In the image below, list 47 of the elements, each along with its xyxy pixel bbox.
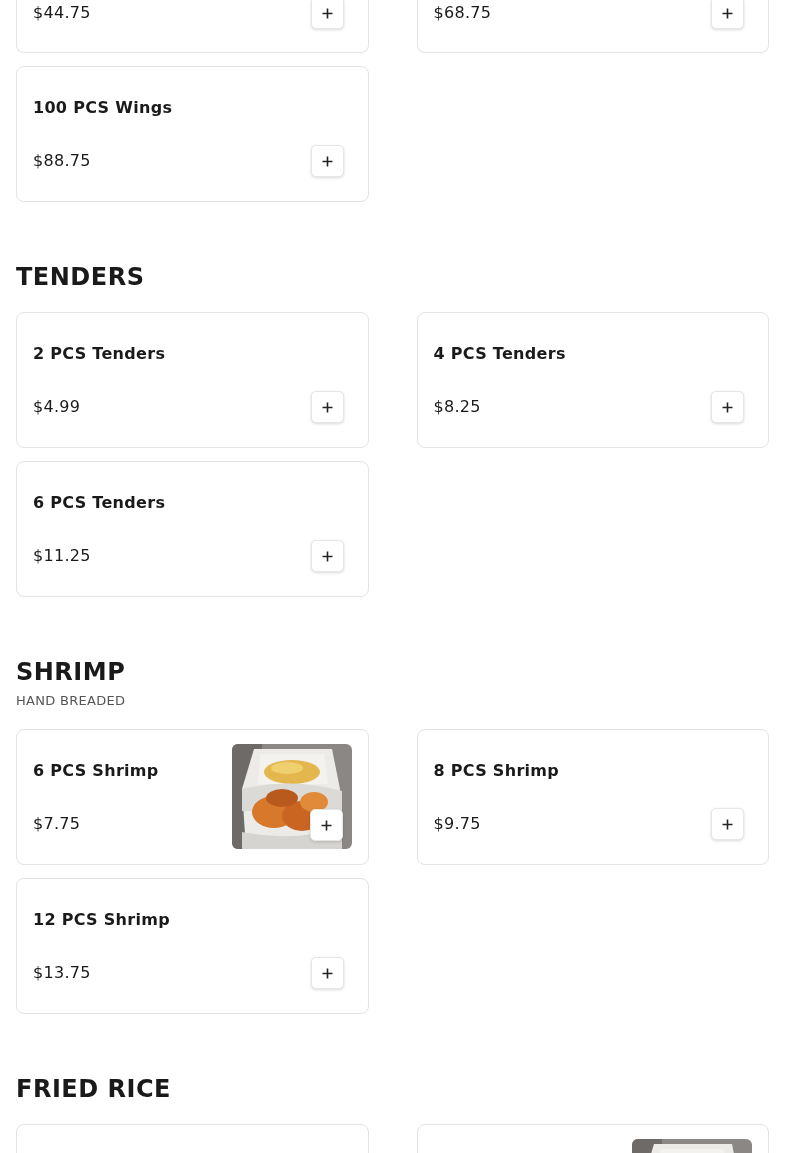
add-button[interactable] <box>310 957 344 989</box>
plus-icon <box>722 7 733 19</box>
plus-icon <box>321 967 333 979</box>
plus-icon <box>320 819 332 831</box>
item-price: $8.25 <box>433 397 481 417</box>
section-heading: TENDERS <box>16 262 146 292</box>
add-button[interactable] <box>310 0 344 29</box>
menu-item-card[interactable]: 12 PCS Shrimp $13.75 <box>16 878 369 1014</box>
item-name: 6 PCS Tenders <box>33 493 167 513</box>
menu-item-card[interactable]: $44.75 <box>16 0 369 53</box>
item-name: 12 PCS Shrimp <box>33 910 171 930</box>
item-name: 8 PCS Shrimp <box>433 761 561 781</box>
section-subtitle: HAND BREADED <box>16 693 127 709</box>
plus-icon <box>722 818 733 830</box>
menu-item-card[interactable]: $68.75 <box>416 0 769 53</box>
add-button[interactable] <box>309 809 343 841</box>
item-price: $88.75 <box>33 151 91 171</box>
add-button[interactable] <box>711 0 744 29</box>
section-heading: SHRIMP <box>16 657 127 687</box>
add-button[interactable] <box>711 808 744 840</box>
plus-icon <box>722 401 733 413</box>
add-button[interactable] <box>711 391 744 423</box>
menu-item-card[interactable]: 6 PCS Shrimp $7.75 <box>16 729 369 865</box>
plus-icon <box>321 7 333 19</box>
item-price: $4.99 <box>33 397 81 417</box>
menu-item-card[interactable]: 8 PCS Shrimp $9.75 <box>416 729 769 865</box>
item-price: $7.75 <box>33 814 81 834</box>
plus-icon <box>321 401 333 413</box>
add-button[interactable] <box>310 145 344 177</box>
menu-item-card[interactable]: 100 PCS Wings $88.75 <box>16 66 369 202</box>
item-price: $11.25 <box>33 546 91 566</box>
item-price: $9.75 <box>433 814 481 834</box>
item-name: 2 PCS Tenders <box>33 344 167 364</box>
item-price: $68.75 <box>433 3 492 23</box>
add-button[interactable] <box>310 540 344 572</box>
item-name: 100 PCS Wings <box>33 98 174 118</box>
item-price: $13.75 <box>33 963 91 983</box>
menu-item-card[interactable]: 6 PCS Tenders $11.25 <box>16 461 369 597</box>
item-name: 6 PCS Shrimp <box>33 761 160 781</box>
menu-item-card[interactable]: 4 PCS Tenders $8.25 <box>416 312 769 448</box>
plus-icon <box>321 155 333 167</box>
item-price: $44.75 <box>33 3 91 23</box>
add-button[interactable] <box>310 391 344 423</box>
item-name: 4 PCS Tenders <box>433 344 567 364</box>
plus-icon <box>321 550 333 562</box>
menu-item-card[interactable]: 2 PCS Tenders $4.99 <box>16 312 369 448</box>
section-heading: FRIED RICE <box>16 1074 172 1104</box>
